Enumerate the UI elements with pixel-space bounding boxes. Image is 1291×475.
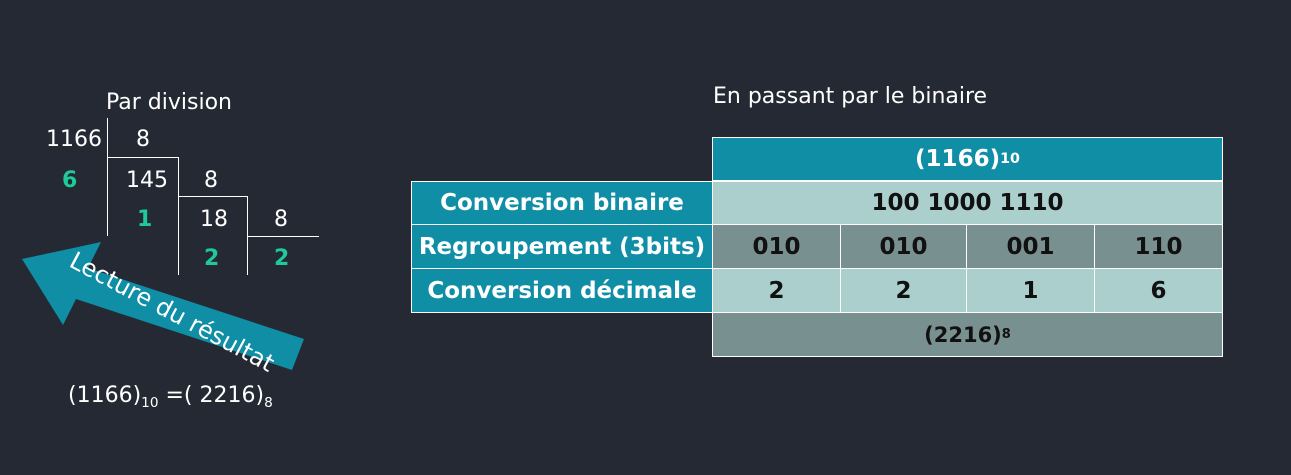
table-footer: (2216) 8 xyxy=(712,312,1223,357)
digit-cell: 2 xyxy=(712,268,841,313)
binary-value: 100 1000 1110 xyxy=(712,181,1223,225)
division-result: (1166)10 =( 2216)8 xyxy=(68,383,273,411)
result-left-base: 10 xyxy=(141,394,159,411)
binary-title: En passant par le binaire xyxy=(713,84,988,109)
digit-cell: 2 xyxy=(840,268,967,313)
result-right-base: 8 xyxy=(264,394,273,411)
group-cell: 001 xyxy=(966,224,1095,269)
result-equals: =( 2216) xyxy=(165,383,265,408)
table-header: (1166) 10 xyxy=(712,137,1223,181)
row-label-grouping: Regroupement (3bits) xyxy=(411,224,713,269)
digit-cell: 1 xyxy=(966,268,1095,313)
result-left-value: (1166) xyxy=(68,383,142,408)
group-cell: 010 xyxy=(712,224,841,269)
row-label-decimal: Conversion décimale xyxy=(411,268,713,313)
row-label-binary: Conversion binaire xyxy=(411,181,713,225)
digit-cell: 6 xyxy=(1094,268,1223,313)
group-cell: 010 xyxy=(840,224,967,269)
group-cell: 110 xyxy=(1094,224,1223,269)
